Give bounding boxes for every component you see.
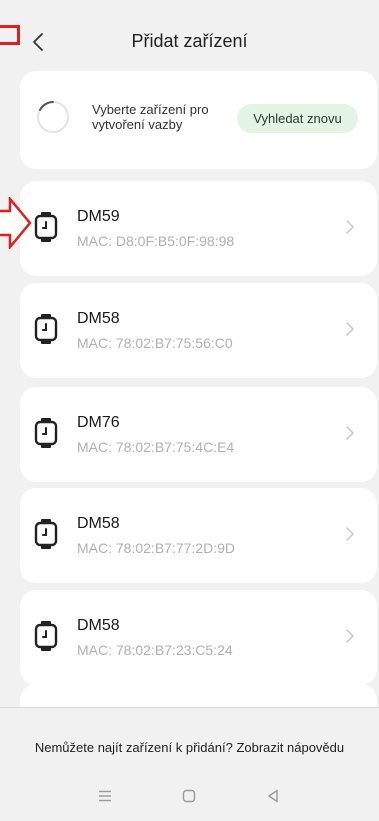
smartwatch-icon (34, 519, 58, 549)
smartwatch-icon (34, 314, 58, 344)
loading-spinner-icon (37, 101, 69, 133)
device-item[interactable]: DM76 MAC: 78:02:B7:75:4C:E4 (20, 387, 377, 482)
device-item[interactable]: DM58 MAC: 78:02:B7:77:2D:9D (20, 488, 377, 583)
rescan-button[interactable]: Vyhledat znovu (237, 104, 358, 133)
system-back-button[interactable] (262, 785, 284, 807)
system-nav-bar (0, 771, 379, 821)
home-button[interactable] (178, 785, 200, 807)
device-mac-address: MAC: 78:02:B7:77:2D:9D (77, 540, 235, 556)
chevron-right-icon (346, 220, 354, 234)
device-item-partial[interactable] (20, 684, 377, 708)
smartwatch-icon (34, 418, 58, 448)
divider (0, 707, 379, 708)
smartwatch-icon (34, 621, 58, 651)
scan-instruction-text: Vyberte zařízení pro vytvoření vazby (92, 102, 209, 132)
device-mac-address: MAC: 78:02:B7:23:C5:24 (77, 642, 233, 658)
chevron-right-icon (346, 527, 354, 541)
device-item[interactable]: DM58 MAC: 78:02:B7:23:C5:24 (20, 590, 377, 685)
device-name: DM58 (77, 515, 120, 532)
device-name: DM59 (77, 208, 120, 225)
device-name: DM58 (77, 617, 120, 634)
device-mac-address: MAC: 78:02:B7:75:56:C0 (77, 335, 233, 351)
scan-card: Vyberte zařízení pro vytvoření vazby Vyh… (20, 71, 377, 169)
chevron-right-icon (346, 426, 354, 440)
device-mac-address: MAC: 78:02:B7:75:4C:E4 (77, 439, 235, 455)
chevron-right-icon (346, 629, 354, 643)
recent-apps-button[interactable] (94, 785, 116, 807)
device-name: DM76 (77, 414, 120, 431)
back-triangle-icon (268, 789, 278, 803)
header: Přidat zařízení (0, 0, 379, 76)
page-title: Přidat zařízení (131, 31, 248, 51)
chevron-right-icon (346, 322, 354, 336)
device-item[interactable]: DM58 MAC: 78:02:B7:75:56:C0 (20, 283, 377, 378)
device-name: DM58 (77, 310, 120, 327)
help-link[interactable]: Nemůžete najít zařízení k přidání? Zobra… (0, 740, 379, 755)
menu-icon (99, 790, 111, 802)
home-icon (182, 789, 196, 803)
device-item[interactable]: DM59 MAC: D8:0F:B5:0F:98:98 (20, 181, 377, 276)
smartwatch-icon (34, 212, 58, 242)
annotation-arrow-icon (0, 197, 32, 249)
device-mac-address: MAC: D8:0F:B5:0F:98:98 (77, 233, 235, 249)
